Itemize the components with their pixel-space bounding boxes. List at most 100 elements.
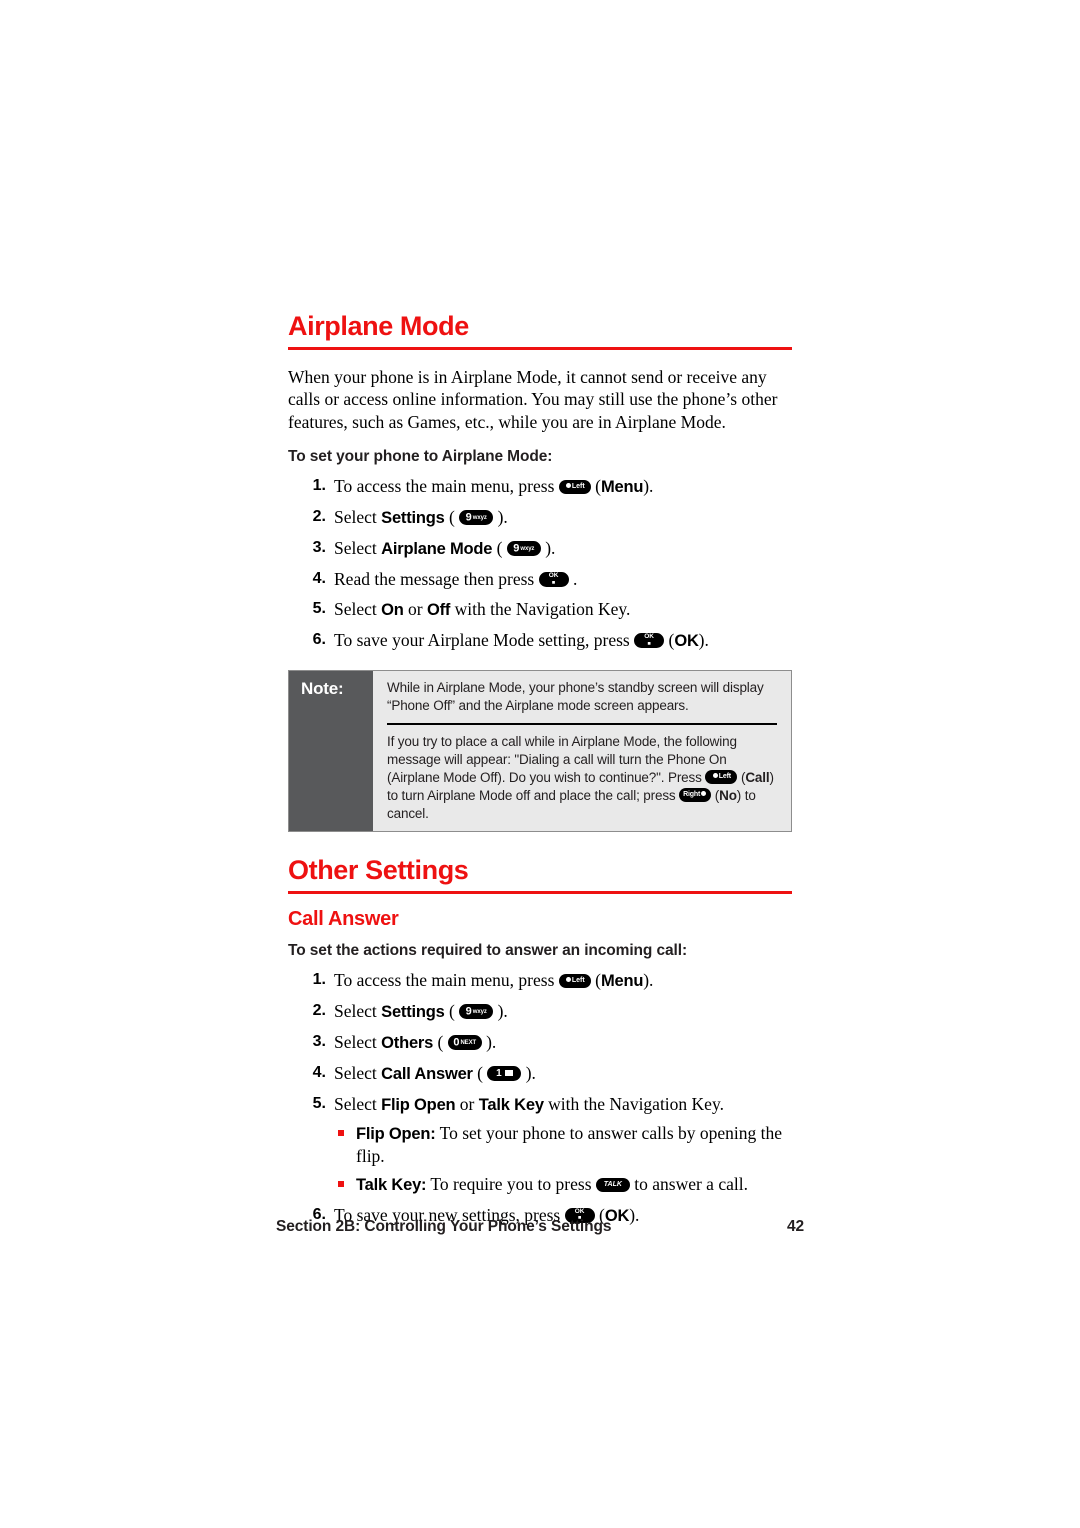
note-paragraph-2: If you try to place a call while in Airp… bbox=[373, 725, 791, 831]
numeric-key-1-voicemail-icon: 1 bbox=[487, 1065, 522, 1081]
footer-section-label: Section 2B: Controlling Your Phone’s Set… bbox=[276, 1218, 612, 1235]
list-item: Flip Open: To set your phone to answer c… bbox=[334, 1122, 792, 1167]
key-dot-icon bbox=[565, 976, 571, 982]
step-text: Select bbox=[334, 1031, 382, 1052]
key-dot-icon bbox=[701, 791, 707, 797]
step-text-tail: ). bbox=[643, 969, 654, 990]
step-number: 1. bbox=[312, 970, 326, 988]
step-text-tail: ). bbox=[493, 507, 508, 528]
list-item: 6. To save your Airplane Mode setting, pr… bbox=[288, 629, 792, 652]
step-text-tail: with the Navigation Key. bbox=[543, 1093, 724, 1114]
step-text: To access the main menu, press bbox=[334, 476, 559, 497]
airplane-steps-list: 1. To access the main menu, press Left (M… bbox=[288, 475, 792, 652]
list-item: Talk Key: To require you to press TALK t… bbox=[334, 1173, 792, 1196]
key-dot-icon bbox=[565, 483, 571, 489]
step-text-tail: ). bbox=[521, 1062, 536, 1083]
step-text: Select bbox=[334, 1093, 382, 1114]
step-text: Select bbox=[334, 599, 382, 620]
step-number: 6. bbox=[312, 631, 326, 649]
note-bold-no: No bbox=[719, 788, 737, 804]
step-bold-term: Airplane Mode bbox=[381, 540, 493, 559]
step-number: 3. bbox=[312, 539, 326, 557]
step-bold-term: Settings bbox=[381, 509, 445, 528]
step-text-mid: ( bbox=[444, 1000, 460, 1021]
bullet-square-icon bbox=[338, 1180, 344, 1187]
step-text-tail: ). bbox=[698, 630, 709, 651]
left-soft-key-icon: Left bbox=[558, 480, 591, 495]
page-title-airplane-mode: Airplane Mode bbox=[288, 311, 792, 350]
call-answer-lead-in: To set the actions required to answer an… bbox=[288, 941, 688, 959]
step-text-tail: ). bbox=[643, 476, 654, 497]
note-bold-call: Call bbox=[745, 770, 770, 786]
numeric-key-9-icon: 9wxyz bbox=[459, 1003, 494, 1019]
step-number: 5. bbox=[312, 600, 326, 618]
page-number: 42 bbox=[786, 1218, 804, 1235]
step-number: 4. bbox=[312, 570, 326, 588]
step-text: Select bbox=[334, 1062, 382, 1083]
step-text-tail: . bbox=[568, 569, 578, 590]
manual-page: Airplane Mode When your phone is in Airp… bbox=[0, 0, 1080, 1528]
call-answer-steps-list: 1. To access the main menu, press Left (M… bbox=[288, 969, 792, 1116]
list-item: 5. Select On or Off with the Navigation K… bbox=[288, 598, 792, 621]
step-bold-term: Call Answer bbox=[381, 1064, 473, 1083]
ok-key-icon: OK ■ bbox=[634, 633, 665, 649]
step-text-tail: ). bbox=[540, 538, 556, 559]
bullet-text-post: to answer a call. bbox=[629, 1173, 748, 1194]
step-text-mid: ( bbox=[492, 538, 507, 559]
step-number: 1. bbox=[312, 477, 326, 495]
left-soft-key-icon: Left bbox=[705, 770, 738, 785]
step-number: 4. bbox=[312, 1063, 326, 1081]
airplane-intro-paragraph: When your phone is in Airplane Mode, it … bbox=[288, 366, 778, 432]
list-item: 5. Select Flip Open or Talk Key with the … bbox=[288, 1093, 792, 1116]
step-text-tail: with the Navigation Key. bbox=[450, 599, 631, 620]
step-text-tail: ). bbox=[481, 1031, 497, 1052]
step-text-post: ( bbox=[590, 476, 601, 497]
page-footer: Section 2B: Controlling Your Phone’s Set… bbox=[276, 1218, 804, 1236]
list-item: 1. To access the main menu, press Left (M… bbox=[288, 969, 792, 992]
step-text-tail: ). bbox=[493, 1000, 508, 1021]
bullet-text-pre: To require you to press bbox=[426, 1173, 596, 1194]
step-text: Read the message then press bbox=[334, 569, 539, 590]
list-item: 4. Select Call Answer ( 1 ). bbox=[288, 1062, 792, 1085]
step-text-post: ( bbox=[590, 969, 601, 990]
page-content: Airplane Mode When your phone is in Airp… bbox=[288, 311, 792, 1227]
step-text-mid: ( bbox=[433, 1031, 448, 1052]
step-bold-term: Menu bbox=[600, 971, 644, 990]
step-number: 2. bbox=[312, 508, 326, 526]
page-title-other-settings: Other Settings bbox=[288, 855, 792, 894]
voicemail-icon bbox=[504, 1069, 513, 1076]
bullet-bold-term: Flip Open: bbox=[356, 1124, 436, 1143]
ok-key-icon: OK ■ bbox=[538, 572, 569, 588]
step-text: To access the main menu, press bbox=[334, 969, 559, 990]
step-number: 3. bbox=[312, 1032, 326, 1050]
numeric-key-9-icon: 9wxyz bbox=[506, 541, 541, 557]
list-item: 2. Select Settings ( 9wxyz ). bbox=[288, 1000, 792, 1023]
key-dot-icon bbox=[712, 773, 718, 779]
list-item: 4. Read the message then press OK ■ . bbox=[288, 568, 792, 590]
step-bold-term: Settings bbox=[381, 1002, 445, 1021]
bullet-bold-term: Talk Key: bbox=[356, 1175, 427, 1194]
note-paragraph-1: While in Airplane Mode, your phone’s sta… bbox=[387, 680, 764, 714]
step-text: Select bbox=[334, 1000, 382, 1021]
step-bold-term: Menu bbox=[600, 478, 644, 497]
step-bold-term: OK bbox=[674, 632, 699, 651]
note-label: Note: bbox=[289, 671, 373, 832]
step-bold-term: Others bbox=[381, 1033, 434, 1052]
talk-key-icon: TALK bbox=[595, 1177, 630, 1192]
list-item: 3. Select Airplane Mode ( 9wxyz ). bbox=[288, 537, 792, 560]
step-text-post: ( bbox=[664, 630, 675, 651]
airplane-lead-in: To set your phone to Airplane Mode: bbox=[288, 448, 553, 466]
step-bold-term-2: Off bbox=[426, 601, 451, 620]
subsection-title-call-answer: Call Answer bbox=[288, 907, 399, 930]
list-item: 3. Select Others ( 0NEXT ). bbox=[288, 1031, 792, 1054]
call-answer-bullets-wrapper: Flip Open: To set your phone to answer c… bbox=[334, 1122, 792, 1196]
left-soft-key-icon: Left bbox=[558, 973, 591, 988]
bullet-square-icon bbox=[338, 1129, 344, 1136]
step-bold-term-2: Talk Key bbox=[478, 1095, 544, 1114]
note-body: While in Airplane Mode, your phone’s sta… bbox=[373, 671, 791, 831]
step-text-mid: or bbox=[455, 1093, 479, 1114]
note-text-a: If you try to place a call while in Airp… bbox=[387, 734, 737, 786]
step-text: To save your Airplane Mode setting, pres… bbox=[334, 630, 635, 651]
call-answer-bullets-list: Flip Open: To set your phone to answer c… bbox=[334, 1122, 792, 1196]
list-item: 2. Select Settings ( 9wxyz ). bbox=[288, 506, 792, 529]
